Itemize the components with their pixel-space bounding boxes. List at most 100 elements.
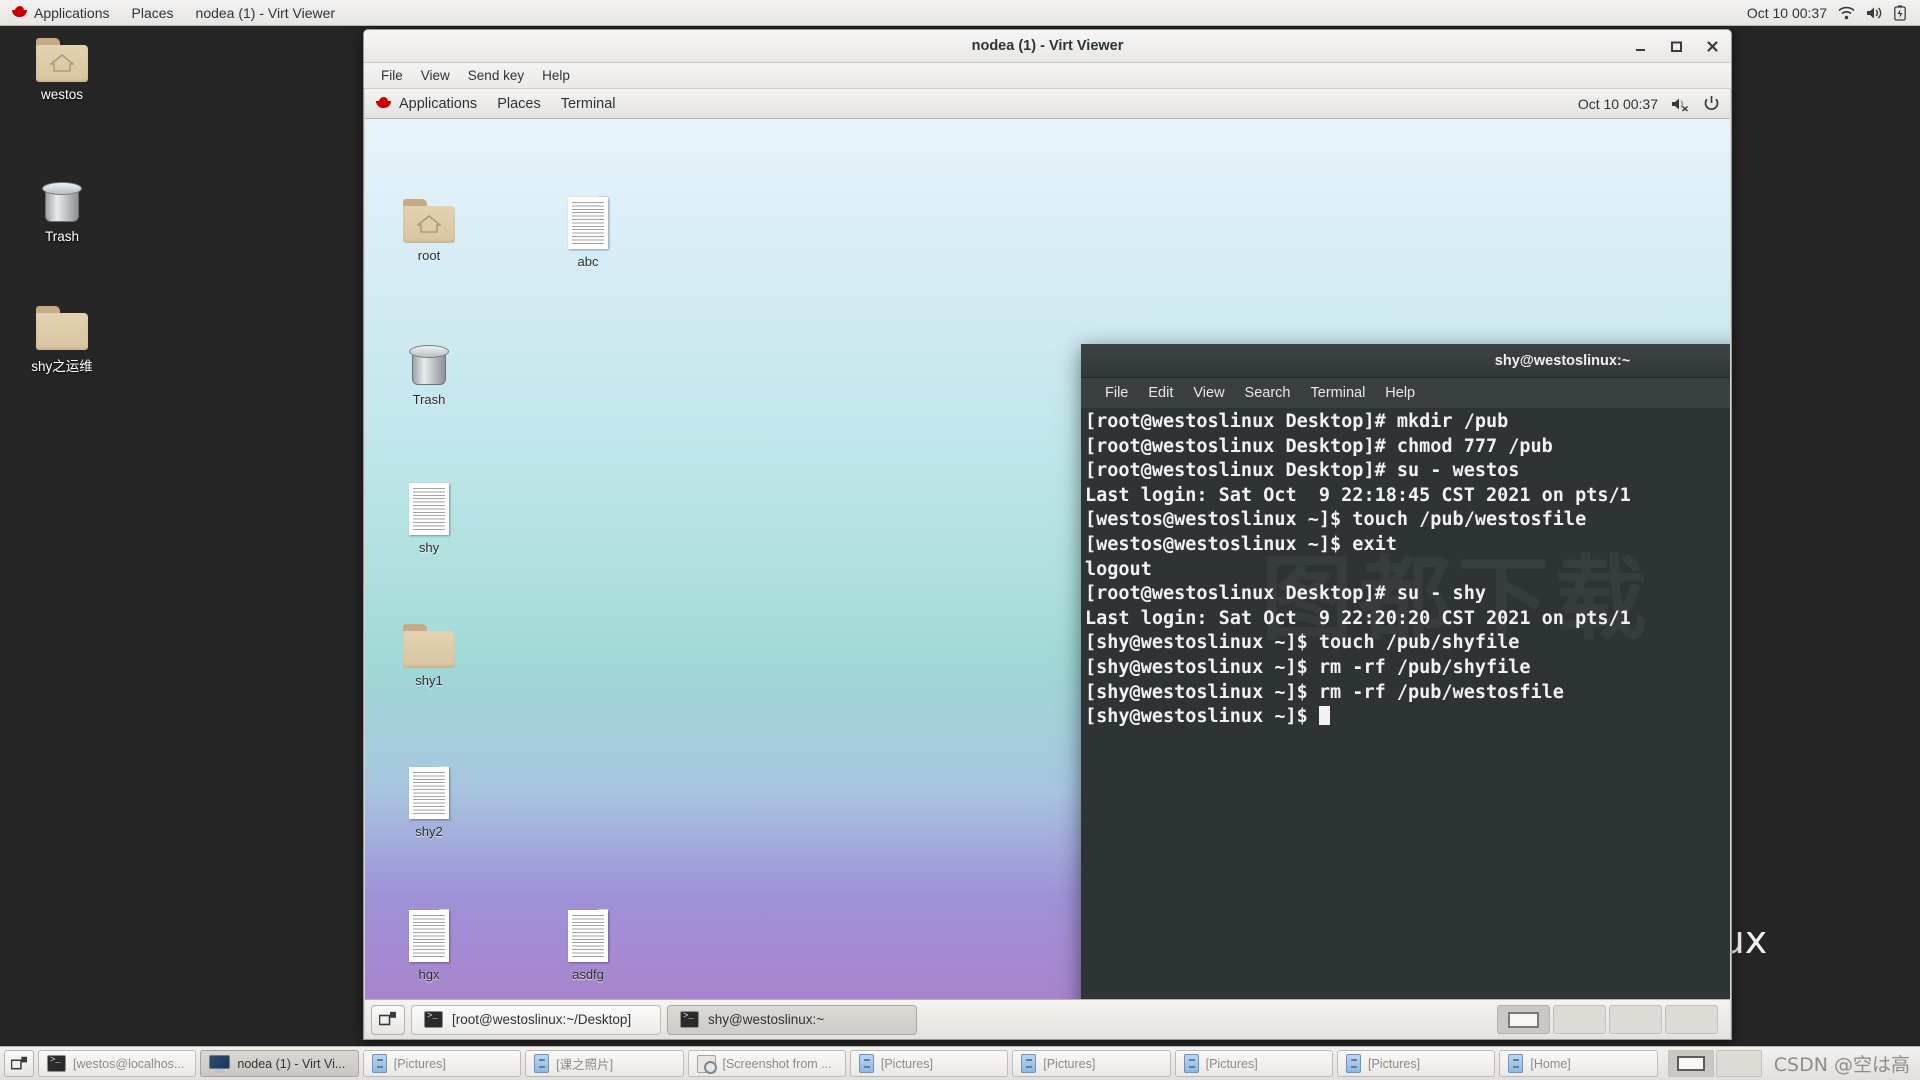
guest-task-root-desktop[interactable]: [root@westoslinux:~/Desktop] (411, 1004, 661, 1035)
home-folder-icon (36, 38, 88, 82)
host-workspace-2[interactable] (1715, 1050, 1762, 1077)
host-task-pictures-2[interactable]: [Pictures] (849, 1050, 1009, 1077)
guest-icon-shy1[interactable]: shy1 (381, 624, 477, 688)
guest-icon-label: shy2 (415, 824, 443, 839)
guest-task-shy[interactable]: shy@westoslinux:~ (667, 1004, 917, 1035)
guest-terminal-menu[interactable]: Terminal (551, 89, 626, 119)
guest-icon-root[interactable]: root (381, 199, 477, 263)
host-task-pictures-4[interactable]: [Pictures] (1174, 1050, 1333, 1077)
csdn-watermark: CSDN @空は高 (1773, 1054, 1910, 1076)
window-controls (1633, 39, 1719, 53)
guest-icon-hgx[interactable]: hgx (381, 910, 477, 982)
guest-icon-abc[interactable]: abc (540, 197, 636, 269)
host-task-label: [Screenshot from ... (722, 1056, 832, 1071)
guest-show-desktop-icon[interactable] (371, 1004, 405, 1035)
terminal-line: [root@westoslinux Desktop]# chmod 777 /p… (1085, 435, 1553, 457)
terminal-menu-terminal[interactable]: Terminal (1301, 378, 1376, 408)
guest-icon-label: hgx (418, 967, 440, 982)
minimize-icon[interactable] (1633, 39, 1647, 53)
guest-taskbar: [root@westoslinux:~/Desktop] shy@westosl… (365, 999, 1730, 1039)
host-top-panel: Applications Places nodea (1) - Virt Vie… (0, 0, 1920, 26)
host-task-pictures-3[interactable]: [Pictures] (1012, 1050, 1171, 1077)
host-task-pictures-1[interactable]: [Pictures] (362, 1050, 522, 1077)
host-task-virt-viewer[interactable]: nodea (1) - Virt Vi... (200, 1050, 359, 1077)
virt-viewer-titlebar[interactable]: nodea (1) - Virt Viewer (364, 30, 1731, 63)
guest-icon-asdfg[interactable]: asdfg (540, 910, 636, 982)
terminal-prompt: [shy@westoslinux ~]$ (1085, 706, 1319, 728)
host-window-title-item[interactable]: nodea (1) - Virt Viewer (185, 0, 347, 26)
host-task-label: nodea (1) - Virt Vi... (237, 1056, 346, 1071)
guest-task-label: [root@westoslinux:~/Desktop] (452, 1012, 632, 1027)
close-icon[interactable] (1705, 39, 1719, 53)
document-icon (568, 197, 608, 249)
guest-places-menu[interactable]: Places (487, 89, 551, 119)
volume-muted-icon[interactable] (1671, 96, 1690, 112)
battery-icon[interactable] (1894, 4, 1906, 21)
file-manager-icon (1508, 1054, 1524, 1073)
terminal-menu-edit[interactable]: Edit (1138, 378, 1183, 408)
host-clock[interactable]: Oct 10 00:37 (1747, 5, 1827, 21)
file-manager-icon (858, 1054, 874, 1073)
host-task-westos-terminal[interactable]: [westos@localhos... (38, 1050, 197, 1077)
terminal-menu-help[interactable]: Help (1375, 378, 1425, 408)
host-task-screenshot[interactable]: [Screenshot from ... (687, 1050, 846, 1077)
terminal-titlebar[interactable]: shy@westoslinux:~ (1081, 344, 1730, 378)
guest-workspace-1[interactable] (1497, 1005, 1550, 1034)
virt-viewer-window[interactable]: nodea (1) - Virt Viewer File View Send k… (363, 29, 1732, 1040)
host-workspace-1[interactable] (1667, 1050, 1714, 1077)
gnome-terminal-window[interactable]: shy@westoslinux:~ File Edit View Search … (1081, 344, 1730, 1039)
trash-icon (406, 341, 452, 387)
desktop-icon-westos[interactable]: westos (14, 38, 110, 102)
desktop-icon-shy-yunwei[interactable]: shy之运维 (14, 306, 110, 375)
trash-icon (39, 178, 85, 224)
host-task-label: [westos@localhos... (73, 1056, 185, 1071)
home-glyph-icon (417, 215, 441, 233)
guest-clock[interactable]: Oct 10 00:37 (1578, 96, 1658, 112)
host-task-label: [课之照片] (556, 1058, 614, 1072)
host-places-menu[interactable]: Places (121, 0, 185, 26)
screen-root: inux westos Trash shy之运维 Applications P (0, 0, 1920, 1080)
guest-icon-trash[interactable]: Trash (381, 341, 477, 407)
terminal-menu-search[interactable]: Search (1235, 378, 1301, 408)
guest-workspace-2[interactable] (1553, 1005, 1606, 1034)
host-workspace-switcher (1667, 1050, 1762, 1077)
host-show-desktop-icon[interactable] (4, 1050, 34, 1077)
maximize-icon[interactable] (1669, 39, 1683, 53)
guest-applications-menu[interactable]: Applications (365, 89, 487, 119)
volume-icon[interactable] (1866, 6, 1883, 20)
guest-tray: Oct 10 00:37 (1578, 95, 1730, 112)
host-task-home[interactable]: [Home] (1499, 1050, 1658, 1077)
virt-menu-file[interactable]: File (372, 63, 412, 89)
host-task-ke-zhi-zhaopian[interactable]: [课之照片] (525, 1050, 684, 1077)
host-task-pictures-5[interactable]: [Pictures] (1337, 1050, 1496, 1077)
virt-menu-view[interactable]: View (412, 63, 459, 89)
home-glyph-icon (50, 54, 74, 72)
power-icon[interactable] (1703, 95, 1720, 112)
host-places-label: Places (131, 4, 174, 21)
host-task-label: [Pictures] (1205, 1056, 1258, 1071)
terminal-menu-file[interactable]: File (1095, 378, 1138, 408)
terminal-icon (680, 1011, 699, 1028)
host-window-title-label: nodea (1) - Virt Viewer (195, 4, 336, 21)
virt-menu-send-key[interactable]: Send key (459, 63, 533, 89)
guest-icon-label: asdfg (572, 967, 604, 982)
desktop-icon-label: shy之运维 (31, 359, 93, 374)
terminal-line: [westos@westoslinux ~]$ exit (1085, 533, 1397, 555)
terminal-output[interactable]: 图都下载 [root@westoslinux Desktop]# mkdir /… (1081, 408, 1730, 1039)
host-applications-menu[interactable]: Applications (0, 0, 121, 26)
guest-icon-shy[interactable]: shy (381, 483, 477, 555)
guest-task-label: shy@westoslinux:~ (708, 1012, 825, 1027)
guest-places-label: Places (497, 95, 541, 112)
guest-screen[interactable]: root abc Trash shy shy1 shy2 hgx asdfg A… (364, 89, 1731, 1039)
wifi-icon[interactable] (1838, 6, 1855, 20)
guest-workspace-4[interactable] (1665, 1005, 1718, 1034)
desktop-icon-trash[interactable]: Trash (14, 178, 110, 244)
virt-menu-help[interactable]: Help (533, 63, 579, 89)
guest-icon-shy2[interactable]: shy2 (381, 767, 477, 839)
terminal-menu-view[interactable]: View (1183, 378, 1234, 408)
terminal-line: [shy@westoslinux ~]$ rm -rf /pub/westosf… (1085, 681, 1564, 703)
terminal-menubar: File Edit View Search Terminal Help (1081, 378, 1730, 408)
guest-workspace-3[interactable] (1609, 1005, 1662, 1034)
terminal-line: [shy@westoslinux ~]$ rm -rf /pub/shyfile (1085, 656, 1531, 678)
desktop-icon-label: Trash (44, 229, 79, 244)
